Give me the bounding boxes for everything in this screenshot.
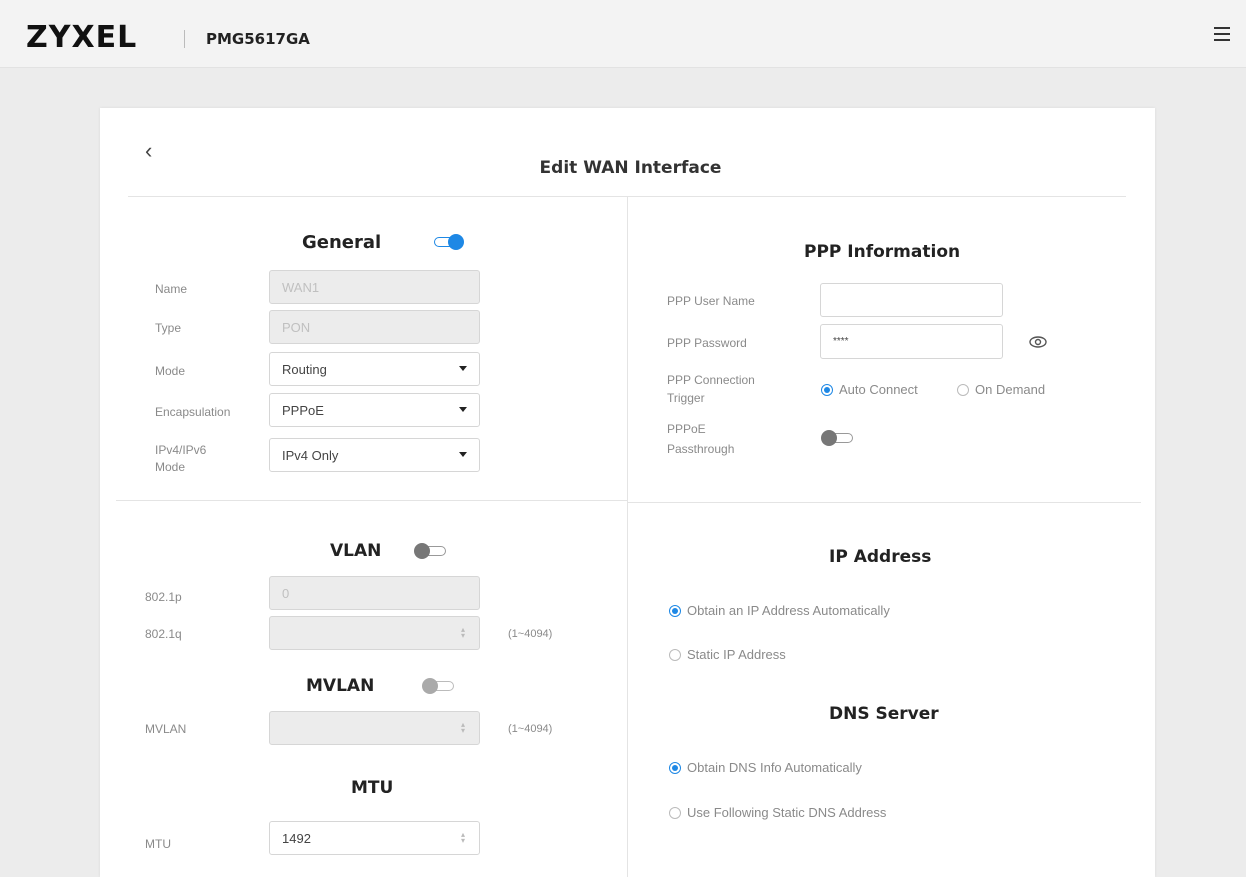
passthrough-label-line2: Passthrough	[667, 442, 735, 456]
mode-label: Mode	[155, 364, 186, 378]
dot1q-label: 802.1q	[145, 627, 182, 641]
mtu-title: MTU	[351, 778, 394, 798]
stepper-icon: ▴ ▾	[460, 625, 465, 640]
mvlan-toggle[interactable]	[422, 678, 456, 694]
brand-logo: ZYXEL	[26, 20, 138, 55]
ip-mode-value: IPv4 Only	[282, 447, 339, 463]
column-divider	[627, 197, 628, 877]
general-toggle[interactable]	[430, 234, 464, 250]
trigger-auto-connect-radio[interactable]: Auto Connect	[821, 382, 918, 397]
mode-select[interactable]: Routing	[269, 352, 480, 386]
dot1p-value: 0	[282, 585, 290, 601]
dns-auto-radio[interactable]: Obtain DNS Info Automatically	[669, 760, 862, 775]
logo-divider	[184, 30, 185, 48]
ppp-title: PPP Information	[804, 242, 961, 262]
ppp-password-label: PPP Password	[667, 336, 747, 350]
chevron-down-icon	[459, 407, 467, 412]
mtu-label: MTU	[145, 837, 171, 851]
type-field: PON	[269, 310, 480, 344]
dns-static-radio[interactable]: Use Following Static DNS Address	[669, 805, 886, 820]
mvlan-title: MVLAN	[306, 676, 375, 696]
vlan-toggle[interactable]	[414, 543, 448, 559]
row-divider-left	[116, 500, 627, 501]
ppp-user-label: PPP User Name	[667, 294, 755, 308]
name-field: WAN1	[269, 270, 480, 304]
model-name: PMG5617GA	[206, 30, 310, 48]
mvlan-range: (1~4094)	[508, 723, 553, 735]
encapsulation-select[interactable]: PPPoE	[269, 393, 480, 427]
ip-auto-radio[interactable]: Obtain an IP Address Automatically	[669, 603, 890, 618]
passthrough-label-line1: PPPoE	[667, 422, 706, 436]
type-value: PON	[282, 319, 311, 335]
passthrough-toggle[interactable]	[821, 430, 855, 446]
ip-static-radio[interactable]: Static IP Address	[669, 647, 786, 662]
encapsulation-value: PPPoE	[282, 402, 324, 418]
ppp-trigger-label-line1: PPP Connection	[667, 373, 755, 387]
ip-mode-select[interactable]: IPv4 Only	[269, 438, 480, 472]
chevron-down-icon	[459, 366, 467, 371]
ppp-user-input[interactable]	[820, 283, 1003, 317]
page-title: Edit WAN Interface	[539, 158, 722, 178]
ppp-password-value: ****	[833, 336, 849, 347]
general-title: General	[302, 232, 382, 253]
name-value: WAN1	[282, 279, 320, 295]
ip-address-title: IP Address	[829, 547, 932, 567]
mvlan-label: MVLAN	[145, 722, 187, 736]
trigger-on-demand-label: On Demand	[975, 382, 1046, 397]
name-label: Name	[155, 282, 188, 296]
top-bar: ZYXEL PMG5617GA	[0, 0, 1246, 68]
vlan-title: VLAN	[330, 541, 382, 561]
type-label: Type	[155, 321, 182, 335]
dns-static-label: Use Following Static DNS Address	[687, 805, 887, 820]
mvlan-input: ▴ ▾	[269, 711, 480, 745]
ip-mode-label-line2: Mode	[155, 460, 186, 474]
dns-title: DNS Server	[829, 704, 939, 724]
dot1p-label: 802.1p	[145, 590, 182, 604]
mtu-input[interactable]: 1492 ▴ ▾	[269, 821, 480, 855]
ip-static-label: Static IP Address	[687, 647, 786, 662]
dot1q-input: ▴ ▾	[269, 616, 480, 650]
ppp-trigger-label-line2: Trigger	[667, 391, 705, 405]
eye-icon[interactable]	[1028, 335, 1048, 349]
mode-value: Routing	[282, 361, 327, 377]
hamburger-menu-icon[interactable]	[1214, 27, 1230, 41]
chevron-down-icon	[459, 452, 467, 457]
trigger-auto-connect-label: Auto Connect	[839, 382, 918, 397]
stepper-icon: ▴ ▾	[460, 830, 465, 845]
encapsulation-label: Encapsulation	[155, 405, 231, 419]
row-divider-right	[627, 502, 1141, 503]
ip-mode-label-line1: IPv4/IPv6	[155, 443, 207, 457]
trigger-on-demand-radio[interactable]: On Demand	[957, 382, 1045, 397]
mtu-value: 1492	[282, 830, 311, 846]
dot1q-range: (1~4094)	[508, 628, 553, 640]
dns-auto-label: Obtain DNS Info Automatically	[687, 760, 862, 775]
ip-auto-label: Obtain an IP Address Automatically	[687, 603, 890, 618]
ppp-password-input[interactable]: ****	[820, 324, 1003, 359]
dot1p-input: 0	[269, 576, 480, 610]
stepper-icon: ▴ ▾	[460, 720, 465, 735]
